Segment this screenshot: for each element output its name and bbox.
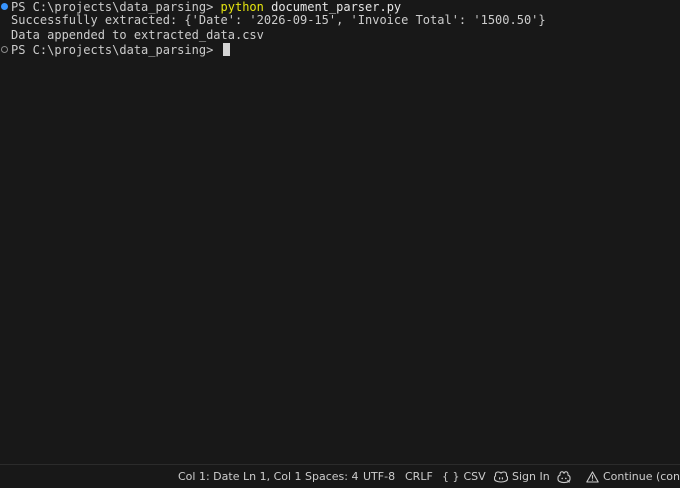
status-column-mode[interactable]: Col 1: Date <box>174 465 243 488</box>
status-encoding-label: UTF-8 <box>363 470 396 483</box>
command-success-dot-icon[interactable] <box>1 3 8 10</box>
status-sign-in-label: Sign In <box>512 470 550 483</box>
status-line-endings-label: CRLF <box>405 470 433 483</box>
status-indentation[interactable]: Spaces: 4 <box>301 465 362 488</box>
terminal-output-line: Data appended to extracted_data.csv <box>11 28 264 42</box>
status-bar: Col 1: Date Ln 1, Col 1 Spaces: 4 UTF-8 … <box>0 464 680 488</box>
copilot-status-icon <box>557 470 571 484</box>
terminal-panel[interactable]: PS C:\projects\data_parsing> python docu… <box>0 0 680 464</box>
status-copilot[interactable] <box>553 465 575 488</box>
status-cursor-position[interactable]: Ln 1, Col 1 <box>239 465 306 488</box>
status-sign-in[interactable]: Sign In <box>490 465 554 488</box>
status-encoding[interactable]: UTF-8 <box>359 465 399 488</box>
warning-icon <box>586 470 599 483</box>
status-continue-label: Continue (config <box>603 470 680 483</box>
terminal-output-line: Successfully extracted: {'Date': '2026-0… <box>11 13 546 27</box>
status-language-label: CSV <box>463 470 486 483</box>
copilot-icon <box>494 470 508 483</box>
status-language-mode[interactable]: { } CSV <box>438 465 490 488</box>
status-indentation-label: Spaces: 4 <box>305 470 359 483</box>
terminal-input-line[interactable]: PS C:\projects\data_parsing> <box>11 42 230 58</box>
status-column-mode-label: Col 1: Date <box>178 470 240 483</box>
braces-icon: { } <box>442 470 460 483</box>
status-cursor-position-label: Ln 1, Col 1 <box>243 470 302 483</box>
command-pending-ring-icon[interactable] <box>1 46 8 53</box>
vscode-window: PS C:\projects\data_parsing> python docu… <box>0 0 680 488</box>
status-continue[interactable]: Continue (config <box>582 465 680 488</box>
terminal-prompt: PS C:\projects\data_parsing> <box>11 43 221 57</box>
terminal-cursor <box>222 43 230 56</box>
status-line-endings[interactable]: CRLF <box>401 465 437 488</box>
